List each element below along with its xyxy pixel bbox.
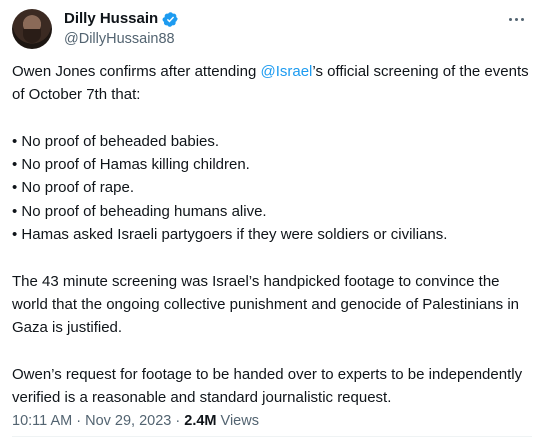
mention-link[interactable]: @Israel bbox=[260, 63, 312, 80]
tweet-intro: Owen Jones confirms after attending @Isr… bbox=[12, 60, 534, 107]
bullet-item: • No proof of rape. bbox=[12, 179, 134, 197]
author-name[interactable]: Dilly Hussain bbox=[64, 10, 158, 28]
author-handle[interactable]: @DillyHussain88 bbox=[64, 30, 175, 48]
tweet-text: Owen Jones confirms after attending @Isr… bbox=[12, 60, 534, 409]
tweet-paragraph: Owen’s request for footage to be handed … bbox=[12, 365, 523, 407]
tweet-date[interactable]: Nov 29, 2023 bbox=[85, 413, 171, 429]
verified-badge-icon bbox=[162, 11, 178, 27]
meta-separator: · bbox=[171, 413, 185, 429]
bullet-item: • No proof of beheading humans alive. bbox=[12, 202, 267, 220]
tweet-paragraph: The 43 minute screening was Israel’s han… bbox=[12, 272, 519, 337]
views-count: 2.4M bbox=[184, 413, 217, 429]
bullet-item: • No proof of beheaded babies. bbox=[12, 132, 220, 150]
tweet-intro-text: Owen Jones confirms after attending bbox=[12, 63, 261, 80]
tweet-header: Dilly Hussain @DillyHussain88 bbox=[12, 4, 532, 52]
bullet-item: • No proof of Hamas killing children. bbox=[12, 156, 250, 174]
meta-separator: · bbox=[72, 413, 86, 429]
views-label: Views bbox=[216, 413, 259, 429]
avatar[interactable] bbox=[12, 9, 52, 49]
bullet-item: • Hamas asked Israeli partygoers if they… bbox=[12, 226, 448, 244]
more-options-icon[interactable] bbox=[504, 10, 528, 28]
tweet-time[interactable]: 10:11 AM bbox=[12, 413, 72, 429]
divider bbox=[12, 436, 532, 437]
author-name-row: Dilly Hussain bbox=[64, 10, 179, 28]
tweet-meta: 10:11 AM · Nov 29, 2023 · 2.4M Views bbox=[12, 412, 259, 430]
